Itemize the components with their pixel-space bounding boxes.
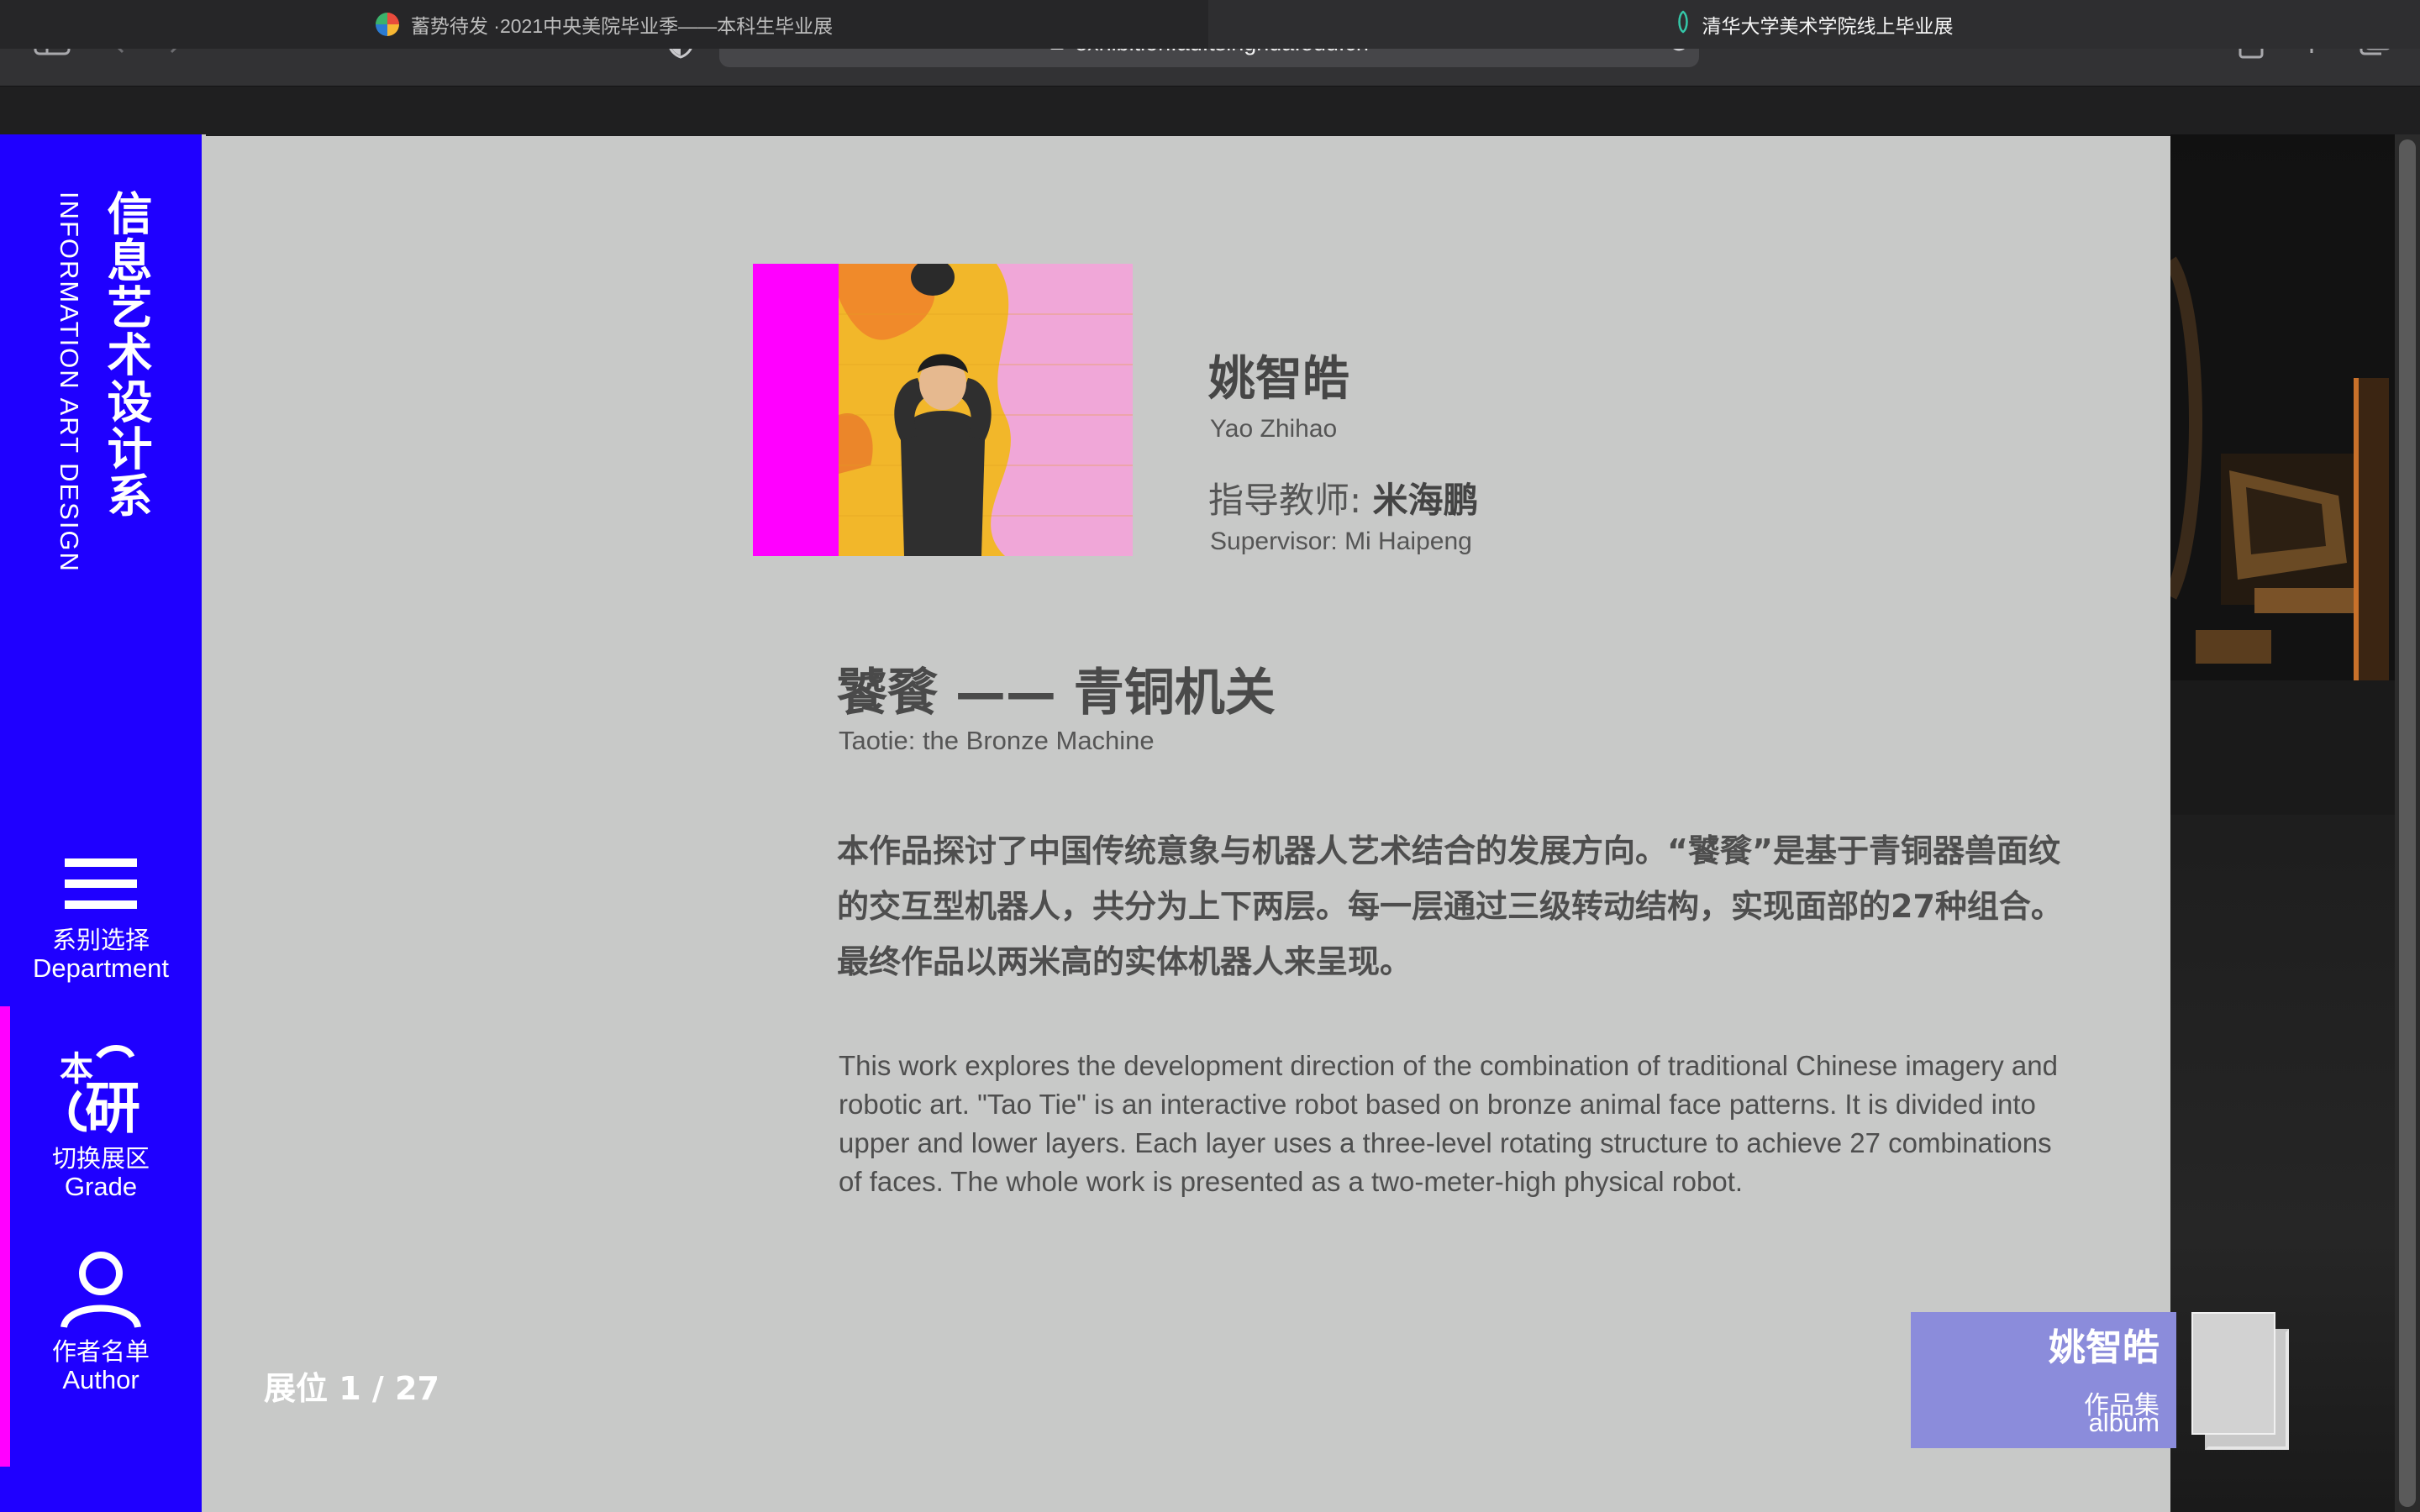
menu-icon [65, 855, 137, 916]
department-title-en[interactable]: INFORMATION ART DESIGN [54, 192, 84, 573]
tsinghua-favicon-icon [1676, 10, 1691, 39]
author-list-label-zh: 作者名单 [51, 1337, 150, 1366]
scrollbar-thumb[interactable] [2399, 139, 2416, 1507]
tab-label: 清华大学美术学院线上毕业展 [1702, 15, 1954, 37]
work-description-en: This work explores the development direc… [839, 1050, 2058, 1197]
work-title-zh: 饕餮 —— 青铜机关 [837, 664, 1276, 722]
supervisor-name-zh: 米海鹏 [1372, 480, 1479, 521]
robot-machine-image [2164, 210, 2395, 815]
album-label-en[interactable]: album [2000, 1408, 2160, 1438]
author-list-button[interactable]: 作者名单 Author [0, 1252, 202, 1394]
album-page-icon[interactable] [2191, 1312, 2275, 1435]
department-select-label-en: Department [33, 953, 169, 983]
department-title-zh[interactable]: 信息艺术设计系 [91, 190, 152, 519]
artist-name-zh: 姚智皓 [1208, 352, 1349, 407]
work-title-en: Taotie: the Bronze Machine [839, 726, 1155, 755]
supervisor-zh: 指导教师: 米海鹏 [1208, 472, 1479, 523]
tab-tsinghua[interactable]: 清华大学美术学院线上毕业展 [1208, 0, 2420, 49]
grade-switch-label-zh: 切换展区 [51, 1144, 150, 1173]
grade-switch-icon: 本 研 [55, 1042, 147, 1141]
grade-switch-button[interactable]: 本 研 切换展区 Grade [0, 1042, 202, 1201]
tab-cafa[interactable]: 蓄势待发 ·2021中央美院毕业季——本科生毕业展 [0, 0, 1209, 49]
cafa-favicon-icon [375, 13, 399, 36]
department-select-label-zh: 系别选择 [51, 926, 150, 954]
tab-strip [0, 86, 2420, 135]
booth-counter: 展位 1 / 27 [264, 1370, 439, 1407]
artist-photo[interactable] [753, 264, 1133, 556]
work-description-zh: 本作品探讨了中国传统意象与机器人艺术结合的发展方向。“饕餮”是基于青铜器兽面纹的… [837, 832, 2063, 980]
person-icon [59, 1252, 143, 1332]
grade-switch-label-en: Grade [64, 1172, 138, 1201]
supervisor-label-zh: 指导教师: [1208, 480, 1362, 521]
album-artist-name[interactable]: 姚智皓 [2000, 1317, 2160, 1371]
department-select-button[interactable]: 系别选择 Department [0, 855, 202, 983]
supervisor-en: Supervisor: Mi Haipeng [1210, 528, 1472, 555]
artist-name-en: Yao Zhihao [1210, 415, 1338, 443]
author-list-label-en: Author [62, 1365, 139, 1394]
tab-label: 蓄势待发 ·2021中央美院毕业季——本科生毕业展 [410, 15, 834, 37]
